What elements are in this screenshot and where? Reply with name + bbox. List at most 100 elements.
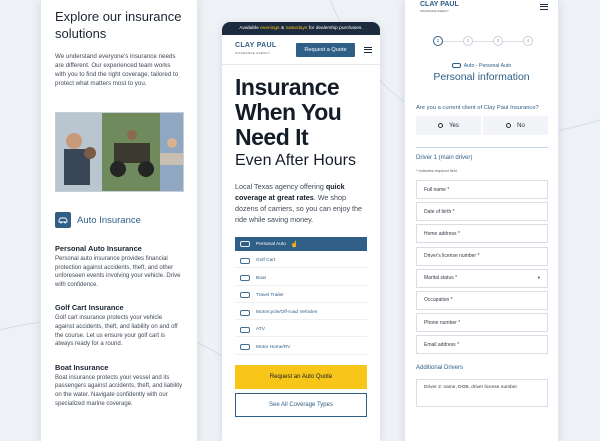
radio-icon [506,123,512,128]
occupation-field[interactable]: Occupation * [416,290,548,310]
pointer-cursor-icon: ☝ [290,241,299,248]
logo-name: CLAY PAUL [235,42,277,49]
agent-photo [55,112,184,192]
coverage-item-golf-cart[interactable]: Golf Cart [235,254,367,269]
step-2[interactable]: 2 [463,36,473,46]
see-all-coverage-button[interactable]: See All Coverage Types [235,392,367,417]
section-heading: Explore our insurance solutions [55,9,182,41]
client-radio-group: Yes No [416,116,548,135]
coverage-item-motorcycle[interactable]: Motorcycle/Off-road Vehicles [235,306,367,321]
step-connector [443,40,463,42]
coverage-label: ATV [256,327,265,333]
full-name-field[interactable]: Full name * [416,180,548,199]
car-icon [240,241,250,247]
photo-collage-image [56,113,183,191]
car-icon [55,212,71,228]
hero-subtitle: Even After Hours [235,152,356,169]
announcement-bar: Available evenings & Saturdays for deale… [222,22,380,35]
golf-cart-icon [240,257,250,264]
announcement-amp: & [280,26,285,31]
hero-title: Insurance When You Need It [235,74,342,150]
coverage-label: Personal Auto [256,241,286,247]
logo-tagline: INSURANCE AGENCY [420,9,449,13]
driver-heading: Driver 1 (main driver) [416,155,473,161]
coverage-label: Motorcycle/Off-road Vehicles [256,310,318,316]
category-label: Auto Insurance [77,214,141,226]
step-indicator: 1 2 3 4 [433,36,558,46]
coverage-label: Golf Cart [256,258,276,264]
coverage-item-personal-auto[interactable]: Personal Auto ☝ [235,237,367,251]
license-number-field[interactable]: Driver's license number * [416,246,548,266]
desc-pre: Local Texas agency offering [235,182,324,191]
select-label: Marital status * [424,275,458,282]
announcement-evenings: evenings [260,26,280,31]
hero-description: Local Texas agency offering quick covera… [235,181,367,225]
request-quote-button[interactable]: Request a Quote [296,42,355,57]
hamburger-menu-icon[interactable] [364,45,372,54]
clay-paul-logo[interactable]: CLAY PAUL INSURANCE AGENCY [235,42,277,56]
yes-label: Yes [449,122,459,129]
homepage-panel: Available evenings & Saturdays for deale… [222,22,380,441]
chevron-down-icon: ▾ [537,275,540,281]
required-note: * Indicates required field [416,169,457,173]
section-title: Boat Insurance [55,362,109,372]
coverage-item-motor-home[interactable]: Motor Home/RV [235,341,367,355]
boat-icon [240,275,250,282]
coverage-label: Travel Trailer [256,292,284,298]
dob-field[interactable]: Date of birth * [416,202,548,222]
step-connector [473,40,493,42]
insurance-solutions-panel: Explore our insurance solutions We under… [40,0,198,441]
step-3[interactable]: 3 [493,36,503,46]
step-4[interactable]: 4 [523,36,533,46]
coverage-label: Motor Home/RV [256,344,291,350]
no-option[interactable]: No [483,116,548,135]
crumb-label: Auto - Personal Auto [463,63,512,69]
hero: Insurance When You Need It Even After Ho… [222,75,380,225]
section-body: Golf cart insurance protects your vehicl… [55,315,178,348]
step-1[interactable]: 1 [433,36,443,46]
trailer-icon [240,292,250,299]
header-nav: CLAY PAUL INSURANCE AGENCY Request a Quo… [222,35,380,65]
rv-icon [240,344,250,351]
section-title: Golf Cart Insurance [55,303,124,313]
client-question: Are you a current client of Clay Paul In… [416,105,539,111]
announcement-post: for dealership purchases. [308,26,363,31]
clay-paul-logo[interactable]: CLAY PAUL INSURANCE AGENCY [420,1,459,14]
section-body: Personal auto insurance provides financi… [55,256,181,288]
coverage-item-atv[interactable]: ATV [235,323,367,338]
request-auto-quote-button[interactable]: Request an Auto Quote [235,364,367,389]
email-field[interactable]: Email address * [416,335,548,355]
form-breadcrumb: Auto - Personal Auto [405,63,558,69]
personal-auto-section: Personal Auto Insurance Personal auto in… [55,244,183,289]
logo-tagline: INSURANCE AGENCY [235,51,271,55]
no-label: No [517,122,525,129]
coverage-item-boat[interactable]: Boat [235,272,367,286]
car-icon [451,63,461,69]
form-title: Personal information [433,71,530,83]
additional-drivers-textarea[interactable]: Driver 2: name, DOB, driver license numb… [416,379,548,408]
additional-drivers-heading: Additional Drivers [416,365,464,372]
yes-option[interactable]: Yes [416,116,481,135]
driver-fields: Full name * Date of birth * Home address… [416,180,548,355]
announcement-pre: Available [239,26,259,31]
golf-cart-section: Golf Cart Insurance Golf cart insurance … [55,303,183,348]
boat-section: Boat Insurance Boat insurance protects y… [55,363,183,408]
auto-insurance-category[interactable]: Auto Insurance [55,212,183,228]
phone-field[interactable]: Phone number * [416,313,548,333]
coverage-item-travel-trailer[interactable]: Travel Trailer [235,289,367,303]
coverage-label: Boat [256,275,266,281]
marital-status-select[interactable]: Marital status * ▾ [416,268,548,288]
announcement-saturdays: Saturdays [285,26,308,31]
coverage-list: Personal Auto ☝ Golf Cart Boat Travel Tr… [235,237,367,355]
section-title: Personal Auto Insurance [55,244,142,253]
divider [416,147,548,148]
atv-icon [240,326,250,333]
motorcycle-icon [240,309,250,316]
header-nav: CLAY PAUL INSURANCE AGENCY [405,0,558,16]
logo-name: CLAY PAUL [420,1,459,8]
section-body: Boat insurance protects your vessel and … [55,374,183,407]
hamburger-menu-icon[interactable] [540,2,548,11]
home-address-field[interactable]: Home address * [416,224,548,244]
quote-form-panel: CLAY PAUL INSURANCE AGENCY 1 2 3 4 Auto … [404,0,559,441]
radio-icon [438,123,444,128]
